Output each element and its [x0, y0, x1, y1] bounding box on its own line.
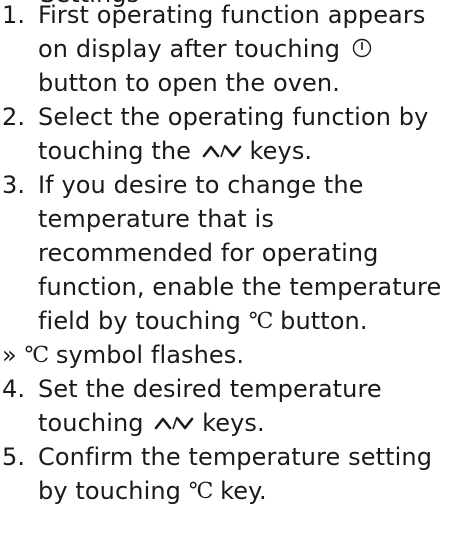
step-number: 1. [2, 1, 26, 29]
celsius-icon: ℃ [248, 309, 274, 334]
step-text-line: field by touching ℃ button. [38, 304, 368, 340]
step-text-line: function, enable the temperature [38, 273, 442, 301]
up-down-keys-icon [202, 143, 242, 159]
step-number: 3. [2, 171, 26, 199]
step-text-line: temperature that is [38, 205, 274, 233]
step-text-line: Set the desired temperature [38, 375, 382, 403]
celsius-icon: ℃ [188, 479, 214, 504]
step-text-line: First operating function appears [38, 1, 426, 29]
step-number: 4. [2, 375, 26, 403]
step-text-line: by touching ℃ key. [38, 474, 267, 510]
step-text-line: recommended for operating [38, 239, 379, 267]
power-icon [352, 38, 372, 58]
celsius-icon: ℃ [24, 343, 50, 368]
step-text-line: If you desire to change the [38, 171, 364, 199]
result-line: » ℃ symbol flashes. [2, 338, 244, 374]
step-number: 5. [2, 443, 26, 471]
step-number: 2. [2, 103, 26, 131]
step-text-line: on display after touching [38, 32, 372, 66]
step-text-line: touching keys. [38, 409, 265, 437]
step-text-line: Select the operating function by [38, 103, 429, 131]
result-marker: » [2, 341, 17, 369]
step-text-line: touching the keys. [38, 137, 313, 165]
step-text-line: button to open the oven. [38, 69, 340, 97]
instruction-document: Settings 1. First operating function app… [0, 0, 473, 535]
step-text-line: Confirm the temperature setting [38, 443, 433, 471]
up-down-keys-icon [154, 415, 194, 431]
